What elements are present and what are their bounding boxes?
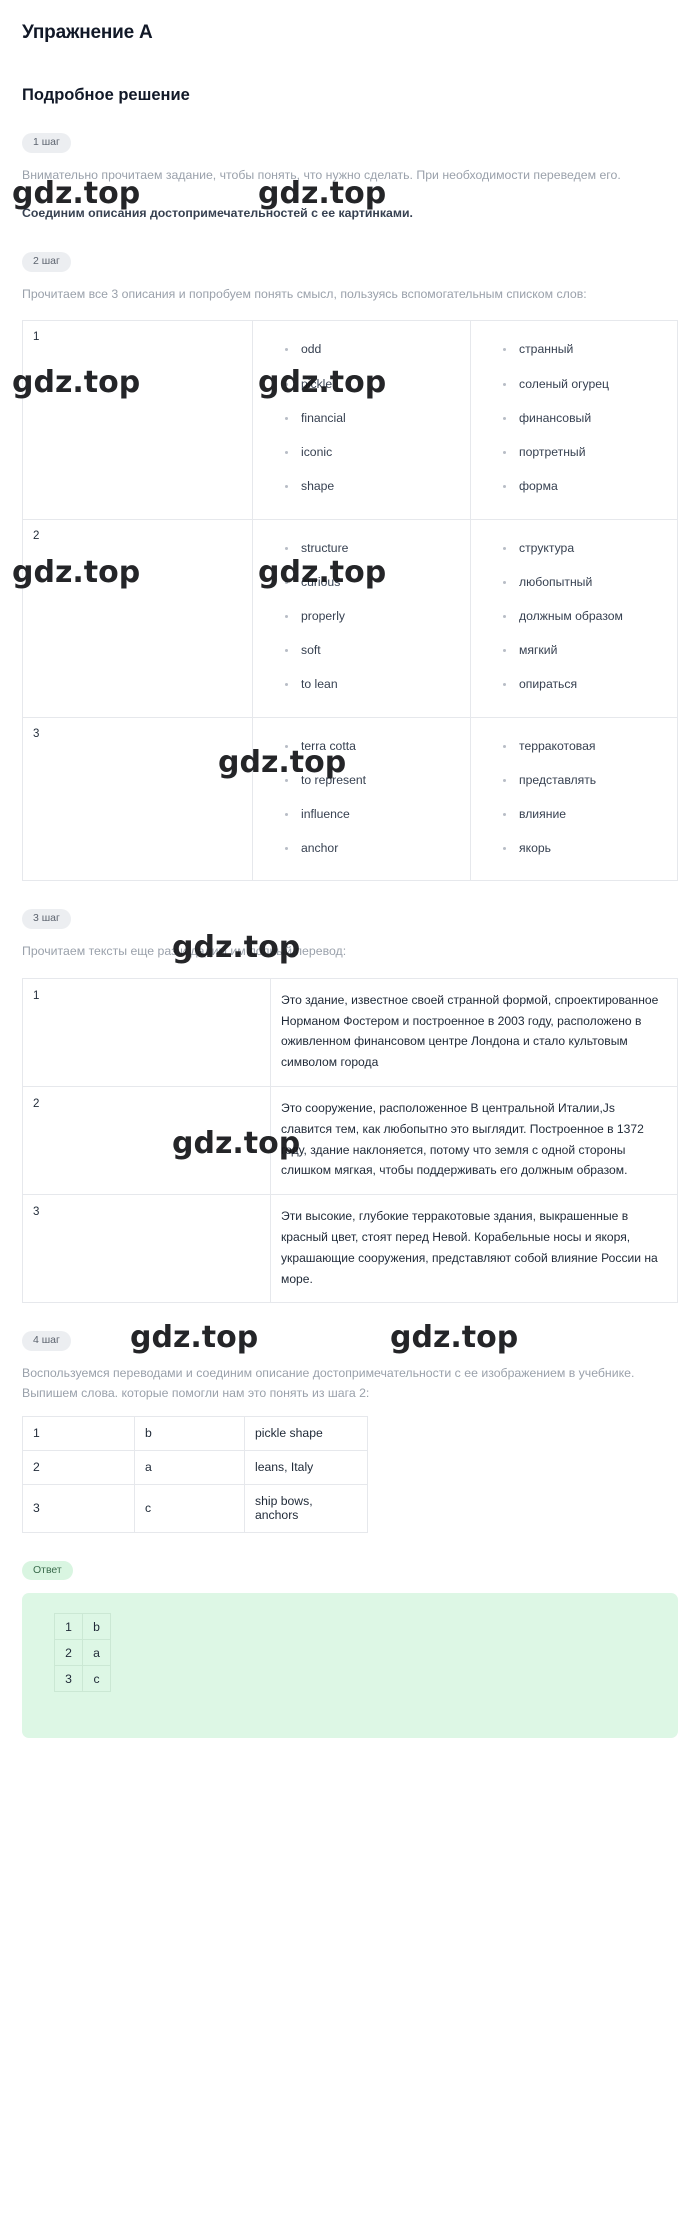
step-4-section: 4 шаг Воспользуемся переводами и соедини… bbox=[22, 1303, 678, 1533]
list-item: odd bbox=[281, 343, 462, 356]
answer-letter: c bbox=[82, 1665, 111, 1693]
table-row: 1 Это здание, известное своей странной ф… bbox=[22, 977, 678, 1087]
table-row: 3 terra cotta to represent influence anc… bbox=[22, 716, 678, 882]
step-1-task: Соединим описания достопримечательностей… bbox=[22, 206, 413, 221]
vocab-russian-cell: терракотовая представлять влияние якорь bbox=[470, 716, 678, 882]
match-letter: a bbox=[134, 1449, 245, 1485]
list-item: shape bbox=[281, 480, 462, 493]
answer-row-number: 3 bbox=[54, 1665, 83, 1693]
vocab-row-number: 1 bbox=[22, 320, 253, 520]
list-item: terra cotta bbox=[281, 739, 462, 752]
answer-row-number: 1 bbox=[54, 1613, 83, 1641]
vocab-english-cell: terra cotta to represent influence ancho… bbox=[252, 716, 471, 882]
list-item: pickle bbox=[281, 377, 462, 390]
table-row: 3 c ship bows, anchors bbox=[22, 1483, 368, 1533]
list-item: должным образом bbox=[499, 610, 669, 622]
table-row: 2 a bbox=[54, 1639, 111, 1667]
table-row: 1 odd pickle financial iconic shape стра… bbox=[22, 320, 678, 520]
list-item: опираться bbox=[499, 678, 669, 691]
vocab-russian-cell: структура любопытный должным образом мяг… bbox=[470, 518, 678, 718]
translation-row-number: 3 bbox=[22, 1194, 271, 1304]
list-item: представлять bbox=[499, 774, 669, 786]
list-item: странный bbox=[499, 343, 669, 356]
match-row-number: 2 bbox=[22, 1449, 135, 1485]
list-item: терракотовая bbox=[499, 739, 669, 752]
match-keywords: pickle shape bbox=[244, 1415, 368, 1451]
match-keywords: leans, Italy bbox=[244, 1449, 368, 1485]
answer-row-number: 2 bbox=[54, 1639, 83, 1667]
list-item: любопытный bbox=[499, 575, 669, 588]
list-item: soft bbox=[281, 644, 462, 656]
table-row: 1 b bbox=[54, 1613, 111, 1641]
list-item: финансовый bbox=[499, 412, 669, 424]
vocab-russian-cell: странный соленый огурец финансовый портр… bbox=[470, 320, 678, 520]
answer-table: 1 b 2 a 3 c bbox=[54, 1613, 111, 1693]
vocabulary-table: 1 odd pickle financial iconic shape стра… bbox=[22, 320, 678, 882]
table-row: 2 a leans, Italy bbox=[22, 1449, 368, 1485]
list-item: financial bbox=[281, 412, 462, 424]
list-item: мягкий bbox=[499, 644, 669, 656]
step-3-text: Прочитаем тексты еще раз и дадим им полн… bbox=[22, 943, 347, 958]
translation-text: Эти высокие, глубокие терракотовые здани… bbox=[270, 1194, 678, 1304]
step-1-badge: 1 шаг bbox=[22, 133, 71, 153]
list-item: properly bbox=[281, 610, 462, 622]
step-2-badge: 2 шаг bbox=[22, 252, 71, 272]
step-1-text: Внимательно прочитаем задание, чтобы пон… bbox=[22, 167, 621, 182]
list-item: to represent bbox=[281, 774, 462, 786]
match-letter: b bbox=[134, 1415, 245, 1451]
step-4-text: Воспользуемся переводами и соединим опис… bbox=[22, 1365, 635, 1400]
table-row: 2 structure curious properly soft to lea… bbox=[22, 518, 678, 718]
step-2-text: Прочитаем все 3 описания и попробуем пон… bbox=[22, 286, 587, 301]
answer-badge: Ответ bbox=[22, 1560, 73, 1581]
translation-table: 1 Это здание, известное своей странной ф… bbox=[22, 977, 678, 1304]
step-1-section: 1 шаг Внимательно прочитаем задание, что… bbox=[22, 105, 678, 224]
list-item: curious bbox=[281, 575, 462, 588]
solution-page: Упражнение A Подробное решение 1 шаг Вни… bbox=[0, 0, 700, 1739]
vocab-row-number: 3 bbox=[22, 716, 253, 882]
list-item: влияние bbox=[499, 808, 669, 820]
list-item: портретный bbox=[499, 446, 669, 458]
answer-box: 1 b 2 a 3 c bbox=[22, 1593, 678, 1739]
table-row: 1 b pickle shape bbox=[22, 1415, 368, 1451]
list-item: соленый огурец bbox=[499, 377, 669, 390]
table-row: 3 c bbox=[54, 1665, 111, 1693]
translation-text: Это сооружение, расположенное В централь… bbox=[270, 1085, 678, 1196]
match-keywords: ship bows, anchors bbox=[244, 1483, 368, 1533]
page-title: Упражнение A bbox=[22, 22, 153, 43]
translation-row-number: 2 bbox=[22, 1085, 271, 1196]
answer-letter: a bbox=[82, 1639, 111, 1667]
list-item: anchor bbox=[281, 842, 462, 854]
list-item: to lean bbox=[281, 678, 462, 691]
vocab-english-cell: odd pickle financial iconic shape bbox=[252, 320, 471, 520]
table-row: 2 Это сооружение, расположенное В центра… bbox=[22, 1085, 678, 1196]
list-item: structure bbox=[281, 541, 462, 554]
match-row-number: 1 bbox=[22, 1415, 135, 1451]
matching-table: 1 b pickle shape 2 a leans, Italy 3 c sh… bbox=[22, 1415, 368, 1533]
list-item: якорь bbox=[499, 842, 669, 854]
translation-text: Это здание, известное своей странной фор… bbox=[270, 977, 678, 1087]
list-item: influence bbox=[281, 808, 462, 820]
answer-letter: b bbox=[82, 1613, 111, 1641]
step-3-badge: 3 шаг bbox=[22, 909, 71, 929]
vocab-english-cell: structure curious properly soft to lean bbox=[252, 518, 471, 718]
match-letter: c bbox=[134, 1483, 245, 1533]
step-4-badge: 4 шаг bbox=[22, 1331, 71, 1351]
match-row-number: 3 bbox=[22, 1483, 135, 1533]
translation-row-number: 1 bbox=[22, 977, 271, 1087]
step-3-section: 3 шаг Прочитаем тексты еще раз и дадим и… bbox=[22, 881, 678, 1304]
solution-heading: Подробное решение bbox=[22, 86, 190, 104]
list-item: структура bbox=[499, 541, 669, 554]
list-item: форма bbox=[499, 480, 669, 493]
list-item: iconic bbox=[281, 446, 462, 458]
vocab-row-number: 2 bbox=[22, 518, 253, 718]
table-row: 3 Эти высокие, глубокие терракотовые зда… bbox=[22, 1194, 678, 1304]
answer-section: Ответ 1 b 2 a 3 c bbox=[22, 1533, 678, 1739]
step-2-section: 2 шаг Прочитаем все 3 описания и попробу… bbox=[22, 224, 678, 882]
